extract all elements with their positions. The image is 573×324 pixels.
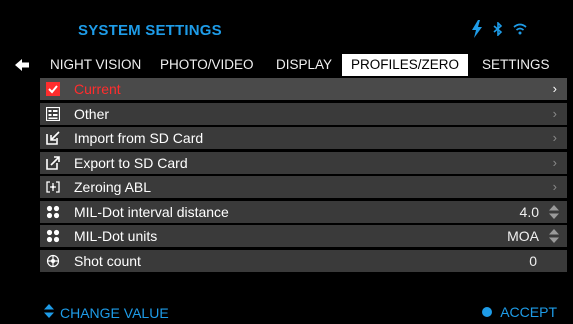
list-item-label: MIL-Dot interval distance — [74, 203, 229, 220]
list-item-label: Shot count — [74, 252, 141, 269]
list-item-label: Other — [74, 105, 110, 122]
accept-hint[interactable]: ACCEPT — [482, 304, 557, 320]
tab-bar: NIGHT VISION PHOTO/VIDEO DISPLAY PROFILE… — [0, 54, 573, 76]
list-item-label: Current — [74, 81, 121, 97]
chevron-right-icon: › — [552, 154, 557, 170]
tab-night-vision[interactable]: NIGHT VISION — [50, 54, 141, 76]
lightning-icon — [471, 20, 483, 38]
change-value-hint[interactable]: CHANGE VALUE — [44, 304, 169, 321]
up-down-icon[interactable] — [549, 229, 559, 243]
chevron-right-icon: › — [552, 130, 557, 145]
accept-label: ACCEPT — [500, 304, 557, 320]
tab-profiles-zero[interactable]: PROFILES/ZERO — [342, 54, 468, 76]
tab-settings[interactable]: SETTINGS — [482, 54, 550, 76]
dot-icon — [482, 307, 493, 317]
export-icon — [42, 152, 64, 174]
zeroing-icon — [42, 176, 64, 198]
profile-list-icon — [42, 103, 64, 125]
list-item-mil-dot-units[interactable]: MIL-Dot units MOA — [40, 225, 567, 247]
chevron-right-icon: › — [552, 81, 557, 96]
checkbox-checked-icon — [42, 78, 64, 100]
mil-dot-icon — [42, 225, 64, 247]
page-title: SYSTEM SETTINGS — [78, 22, 222, 39]
list-item-label: Zeroing ABL — [74, 179, 152, 195]
import-icon — [42, 127, 64, 149]
status-bar — [471, 20, 527, 38]
list-item-export-sd[interactable]: Export to SD Card › — [40, 151, 567, 174]
list-item-mil-dot-interval[interactable]: MIL-Dot interval distance 4.0 — [40, 200, 567, 223]
list-item-shot-count: Shot count 0 — [40, 249, 567, 272]
up-down-icon — [44, 304, 54, 321]
up-down-icon[interactable] — [549, 204, 559, 219]
list-item-current[interactable]: Current › — [40, 78, 567, 100]
chevron-right-icon: › — [552, 105, 557, 121]
back-arrow-icon[interactable] — [12, 54, 32, 76]
setting-value: 0 — [529, 252, 537, 269]
list-item-label: Import from SD Card — [74, 130, 204, 146]
shot-count-icon — [42, 250, 64, 272]
setting-value: MOA — [507, 228, 539, 244]
list-item-other[interactable]: Other › — [40, 102, 567, 125]
list-item-label: MIL-Dot units — [74, 228, 158, 244]
wifi-icon — [513, 23, 527, 35]
setting-value: 4.0 — [519, 203, 539, 220]
list-item-zeroing-abl[interactable]: Zeroing ABL › — [40, 176, 567, 198]
change-value-label: CHANGE VALUE — [60, 304, 169, 321]
chevron-right-icon: › — [552, 179, 557, 194]
tab-photo-video[interactable]: PHOTO/VIDEO — [160, 54, 254, 76]
bluetooth-icon — [493, 22, 503, 36]
list-item-label: Export to SD Card — [74, 154, 188, 171]
mil-dot-icon — [42, 201, 64, 223]
system-settings-screen: SYSTEM SETTINGS NIGHT VISION PHOTO/VIDEO… — [0, 0, 573, 324]
list-item-import-sd[interactable]: Import from SD Card › — [40, 127, 567, 149]
tab-display[interactable]: DISPLAY — [276, 54, 332, 76]
